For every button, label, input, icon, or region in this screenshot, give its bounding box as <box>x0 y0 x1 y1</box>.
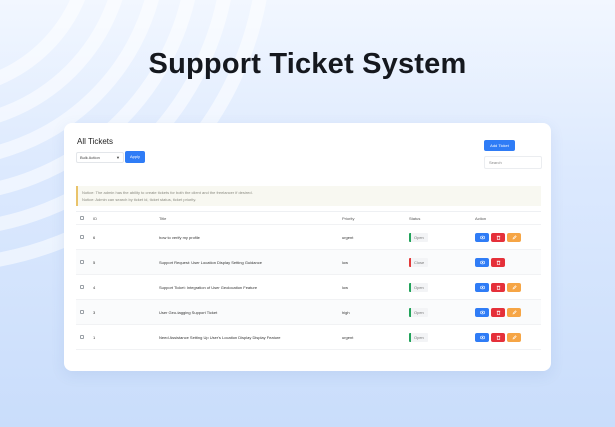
row-checkbox[interactable] <box>80 285 84 289</box>
status-badge: Open <box>409 332 428 342</box>
search-input[interactable]: Search <box>484 156 542 169</box>
trash-icon <box>496 235 500 240</box>
tickets-card: All Tickets Bulk Action ▼ Apply Add Tick… <box>64 123 551 371</box>
edit-icon <box>512 284 517 289</box>
action-cell <box>475 250 507 274</box>
page-title: Support Ticket System <box>148 48 467 80</box>
row-checkbox-cell <box>80 275 84 299</box>
ticket-status-cell: Open <box>409 275 428 299</box>
view-button[interactable] <box>475 257 489 267</box>
action-cell <box>475 300 523 324</box>
status-badge: Open <box>409 232 428 242</box>
delete-button[interactable] <box>491 257 505 267</box>
column-header-action: Action <box>475 215 487 221</box>
row-checkbox[interactable] <box>80 335 84 339</box>
ticket-priority: urgent <box>342 334 354 340</box>
table-row: 6 how to verify my profile urgent Open <box>76 225 541 250</box>
trash-icon <box>496 335 500 340</box>
ticket-id: 1 <box>93 334 96 340</box>
bulk-action-value: Bulk Action <box>80 155 100 160</box>
ticket-id: 3 <box>93 309 96 315</box>
search-placeholder: Search <box>489 160 502 165</box>
view-button[interactable] <box>475 232 489 242</box>
delete-button[interactable] <box>491 332 505 342</box>
delete-button[interactable] <box>491 232 505 242</box>
notice-box: Notice: The admin has the ability to cre… <box>76 186 541 206</box>
trash-icon <box>496 285 500 290</box>
table-row: 5 Support Request: User Location Display… <box>76 250 541 275</box>
trash-icon <box>496 310 500 315</box>
ticket-status-cell: Close <box>409 250 429 274</box>
status-badge: Open <box>409 282 428 292</box>
column-header-priority: Priority <box>342 215 355 221</box>
edit-icon <box>512 309 517 314</box>
apply-button[interactable]: Apply <box>125 151 145 163</box>
view-button[interactable] <box>475 282 489 292</box>
column-header-status: Status <box>409 215 421 221</box>
edit-button[interactable] <box>507 232 521 242</box>
ticket-status-cell: Open <box>409 225 428 249</box>
ticket-priority: urgent <box>342 234 354 240</box>
eye-icon <box>479 260 485 264</box>
tickets-table: ID Title Priority Status Action 6 how to… <box>76 211 541 350</box>
edit-icon <box>512 234 517 239</box>
action-cell <box>475 325 523 349</box>
card-title: All Tickets <box>77 137 114 146</box>
ticket-priority: high <box>342 309 350 315</box>
notice-line: Notice: The admin has the ability to cre… <box>82 190 253 195</box>
row-checkbox-cell <box>80 225 84 249</box>
select-all-checkbox[interactable] <box>80 216 84 220</box>
eye-icon <box>479 310 485 314</box>
table-row: 1 Need Assistance Setting Up User's Loca… <box>76 325 541 350</box>
table-header-row: ID Title Priority Status Action <box>76 211 541 225</box>
ticket-title: how to verify my profile <box>159 234 200 240</box>
ticket-title: Support Ticket: Integration of User Geol… <box>159 284 258 290</box>
row-checkbox[interactable] <box>80 310 84 314</box>
eye-icon <box>479 335 485 339</box>
row-checkbox-cell <box>80 325 84 349</box>
status-badge: Close <box>409 257 429 267</box>
ticket-id: 4 <box>93 284 96 290</box>
eye-icon <box>479 285 485 289</box>
ticket-title: Support Request: User Location Display S… <box>159 259 262 265</box>
edit-button[interactable] <box>507 307 521 317</box>
edit-button[interactable] <box>507 332 521 342</box>
ticket-status-cell: Open <box>409 325 428 349</box>
ticket-id: 6 <box>93 234 96 240</box>
ticket-title: User Geo-tagging Support Ticket <box>159 309 218 315</box>
ticket-priority: low <box>342 259 349 265</box>
ticket-id: 5 <box>93 259 96 265</box>
select-all-cell <box>80 212 84 224</box>
ticket-status-cell: Open <box>409 300 428 324</box>
edit-icon <box>512 334 517 339</box>
notice-line: Notice: Admin can search by ticket id, t… <box>82 197 197 202</box>
edit-button[interactable] <box>507 282 521 292</box>
ticket-title: Need Assistance Setting Up User's Locati… <box>159 334 281 340</box>
delete-button[interactable] <box>491 282 505 292</box>
table-row: 3 User Geo-tagging Support Ticket high O… <box>76 300 541 325</box>
bulk-action-select[interactable]: Bulk Action ▼ <box>76 152 124 163</box>
table-row: 4 Support Ticket: Integration of User Ge… <box>76 275 541 300</box>
row-checkbox[interactable] <box>80 260 84 264</box>
chevron-down-icon: ▼ <box>116 155 120 160</box>
eye-icon <box>479 235 485 239</box>
row-checkbox[interactable] <box>80 235 84 239</box>
view-button[interactable] <box>475 307 489 317</box>
ticket-priority: low <box>342 284 349 290</box>
view-button[interactable] <box>475 332 489 342</box>
trash-icon <box>496 260 500 265</box>
row-checkbox-cell <box>80 250 84 274</box>
row-checkbox-cell <box>80 300 84 324</box>
delete-button[interactable] <box>491 307 505 317</box>
add-ticket-button[interactable]: Add Ticket <box>484 140 515 151</box>
status-badge: Open <box>409 307 428 317</box>
action-cell <box>475 225 523 249</box>
column-header-title: Title <box>159 215 167 221</box>
column-header-id: ID <box>93 215 97 221</box>
action-cell <box>475 275 523 299</box>
